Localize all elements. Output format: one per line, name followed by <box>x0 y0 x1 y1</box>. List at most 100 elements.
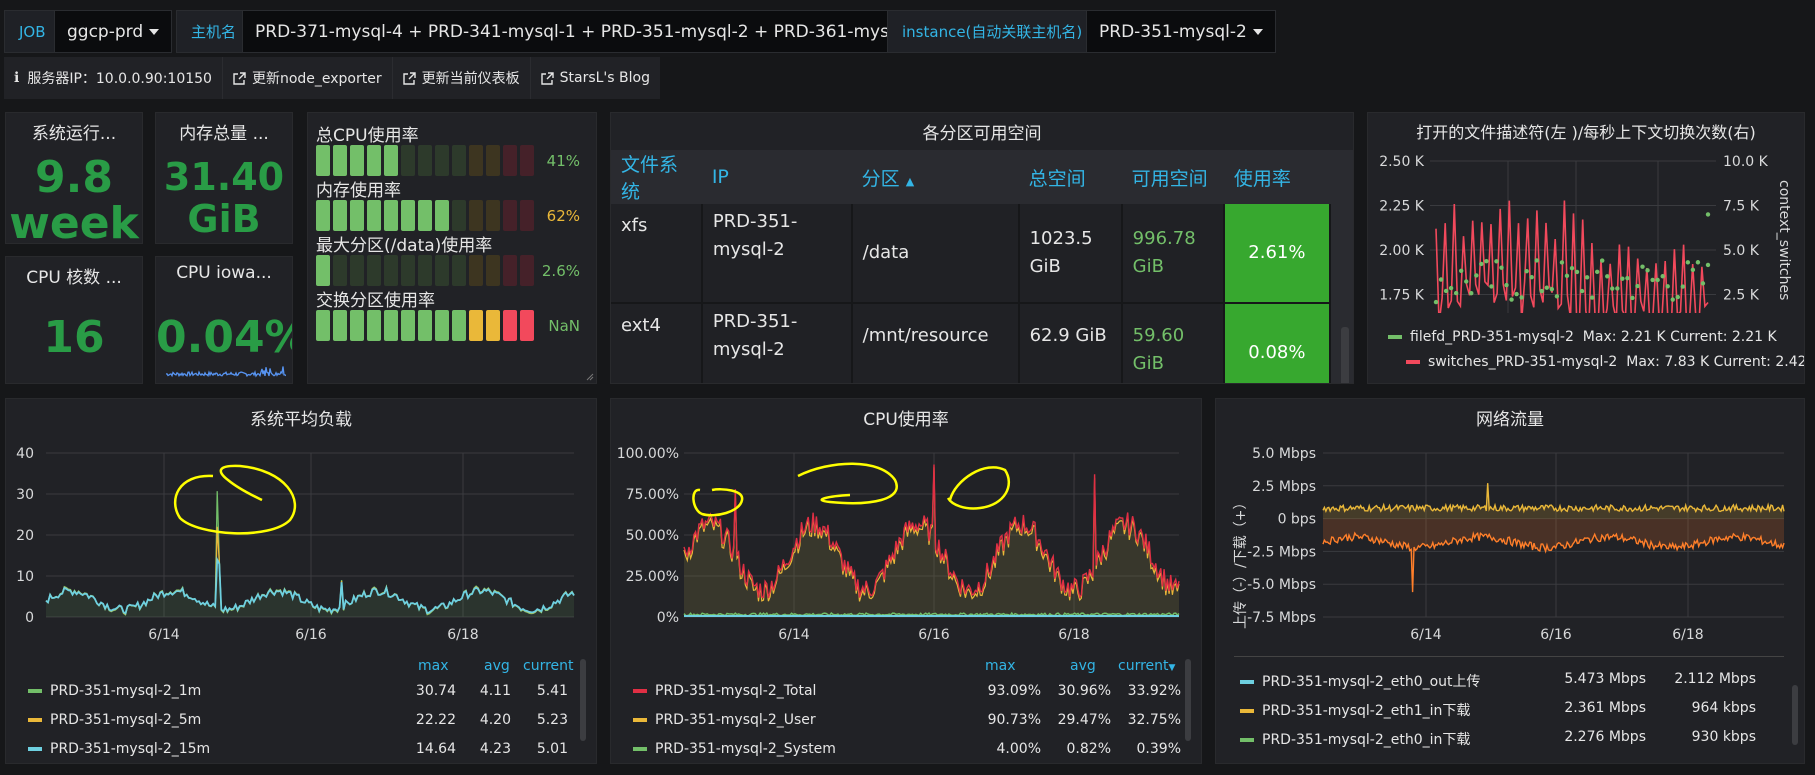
gauge-percent: 41% <box>546 152 580 170</box>
gauge-segment <box>486 255 500 286</box>
update-exporter-link[interactable]: 更新node_exporter <box>223 57 393 99</box>
col-header-avail[interactable]: 可用空间 <box>1121 150 1224 204</box>
legend-item[interactable]: switches_PRD-351-mysql-2 Max: 7.83 K Cur… <box>1406 354 1804 370</box>
col-header-ip[interactable]: IP <box>701 150 852 204</box>
legend-item[interactable]: PRD-351-mysql-2_15m <box>28 741 210 757</box>
table-scrollbar[interactable] <box>1340 326 1349 383</box>
memory-panel[interactable]: 内存总量 ... 31.40 GiB <box>155 112 293 244</box>
cell-fs: xfs <box>611 204 703 304</box>
y-tick-label: 2.5 Mbps <box>1252 479 1316 495</box>
col-header-fs[interactable]: 文件系统 <box>611 150 702 204</box>
fd-context-panel[interactable]: 打开的文件描述符(左 )/每秒上下文切换次数(右) 1.50 K01.75 K2… <box>1367 112 1805 384</box>
legend-item[interactable]: PRD-351-mysql-2_1m <box>28 683 201 699</box>
host-value: PRD-371-mysql-4 + PRD-341-mysql-1 + PRD-… <box>255 22 922 42</box>
legend-scrollbar[interactable] <box>580 659 586 741</box>
legend-scrollbar[interactable] <box>1185 659 1191 741</box>
legend-stats: Max: 2.21 K Current: 2.21 K <box>1582 329 1777 345</box>
gauge-segment <box>503 145 517 176</box>
server-ip-text: 服务器IP：10.0.0.90:10150 <box>27 71 212 87</box>
legend-header-max[interactable]: max <box>985 658 1016 674</box>
uptime-unit: week <box>9 198 139 244</box>
panel-title: 打开的文件描述符(左 )/每秒上下文切换次数(右) <box>1416 123 1756 142</box>
legend-max: 90.73% <box>987 712 1041 728</box>
filefd-point <box>1479 261 1484 267</box>
legend-item[interactable]: PRD-351-mysql-2_User <box>633 712 816 728</box>
legend-clipped-row <box>1234 649 1784 657</box>
gauge-segment <box>435 255 449 286</box>
gauge-segment <box>503 200 517 231</box>
gauge-segment <box>367 200 381 231</box>
y-right-tick-label: 5.0 K <box>1723 243 1760 259</box>
legend-swatch <box>28 689 42 693</box>
panel-title: 各分区可用空间 <box>922 124 1042 144</box>
legend-name: PRD-351-mysql-2_eth0_out上传 <box>1262 674 1481 690</box>
legend-item[interactable]: PRD-351-mysql-2_eth1_in下载 <box>1240 700 1470 720</box>
legend-header-avg[interactable]: avg <box>484 658 510 674</box>
y-tick-label: -5.0 Mbps <box>1247 577 1316 593</box>
gauge-segment <box>520 200 534 231</box>
gauge-segment <box>367 255 381 286</box>
host-select[interactable]: PRD-371-mysql-4 + PRD-341-mysql-1 + PRD-… <box>242 10 951 53</box>
server-ip-link[interactable]: ℹ 服务器IP：10.0.0.90:10150 <box>4 57 223 99</box>
cpu-usage-panel[interactable]: CPU使用率 0% 25.00% 50.00% 75.00% 100.00% 6/14 6/… <box>610 398 1202 764</box>
blog-link[interactable]: StarsL's Blog <box>531 57 660 99</box>
resize-handle-icon[interactable] <box>586 373 594 381</box>
update-dashboard-link[interactable]: 更新当前仪表板 <box>393 57 531 99</box>
col-header-mount[interactable]: 分区 ▲ <box>851 150 1019 204</box>
instance-select[interactable]: PRD-351-mysql-2 <box>1086 10 1276 53</box>
load-panel[interactable]: 系统平均负载 0 10 20 30 40 6/14 6/16 6/18 max avg cur… <box>5 398 597 764</box>
x-tick-label: 6/14 <box>778 627 810 643</box>
filefd-point <box>1695 260 1701 265</box>
x-tick-label: 6/14 <box>148 627 180 643</box>
filefd-point <box>1484 259 1489 264</box>
x-tick-label: 6/18 <box>1058 627 1089 643</box>
iowait-value: 0.04% <box>156 312 292 363</box>
filefd-point <box>1650 277 1655 283</box>
panel-title: CPU 核数 ... <box>26 268 122 288</box>
legend-header-current[interactable]: current <box>523 658 574 674</box>
col-header-usage[interactable]: 使用率 <box>1223 150 1330 204</box>
gauge-segment <box>401 310 415 341</box>
legend-header-max[interactable]: max <box>418 658 449 674</box>
blog-text: StarsL's Blog <box>559 70 650 86</box>
filesystem-panel[interactable]: 各分区可用空间 文件系统 IP 分区 ▲ 总空间 可用空间 使用率 xfs PR… <box>610 112 1354 384</box>
legend-scrollbar[interactable] <box>1792 685 1798 745</box>
usage-gauges-panel[interactable]: 总CPU使用率 41% 内存使用率 62% 最大分区(/data)使用率 2.6% 交换分区… <box>307 112 597 384</box>
legend-item[interactable]: PRD-351-mysql-2_5m <box>28 712 201 728</box>
fd-chart[interactable]: 1.50 K01.75 K2.5 K2.00 K5.0 K2.25 K7.5 K… <box>1368 143 1805 313</box>
legend-item[interactable]: PRD-351-mysql-2_Total <box>633 683 816 699</box>
filefd-point <box>1630 295 1635 301</box>
download-line <box>1322 483 1785 514</box>
gauge-label: 总CPU使用率 <box>316 126 419 146</box>
network-chart[interactable]: -7.5 Mbps -5.0 Mbps -2.5 Mbps 0 bps 2.5 Mbps… <box>1216 431 1805 649</box>
legend-item[interactable]: PRD-351-mysql-2_eth0_out上传 <box>1240 671 1481 691</box>
gauge-segment <box>333 255 347 286</box>
legend-item[interactable]: filefd_PRD-351-mysql-2 Max: 2.21 K Curre… <box>1388 329 1777 345</box>
legend-name: PRD-351-mysql-2_5m <box>50 712 202 728</box>
filefd-point <box>1670 297 1675 302</box>
filefd-point <box>1514 291 1519 297</box>
cell-usage: 0.08% <box>1223 303 1331 383</box>
legend-item[interactable]: PRD-351-mysql-2_System <box>633 741 836 757</box>
gauge-percent: 62% <box>546 207 580 225</box>
iowait-panel[interactable]: CPU iowa... 0.04% <box>155 256 293 384</box>
panel-title: 系统平均负载 <box>250 410 352 430</box>
cpu-chart[interactable]: 0% 25.00% 50.00% 75.00% 100.00% 6/14 6/16 6/18 <box>611 431 1202 649</box>
legend-item[interactable]: PRD-351-mysql-2_eth0_in下载 <box>1240 729 1470 749</box>
load-chart[interactable]: 0 10 20 30 40 6/14 6/16 6/18 <box>6 431 597 649</box>
filefd-point <box>1443 288 1449 294</box>
cpu-cores-panel[interactable]: CPU 核数 ... 16 <box>5 256 143 384</box>
col-header-total[interactable]: 总空间 <box>1018 150 1122 204</box>
network-panel[interactable]: 网络流量 -7.5 Mbps -5.0 Mbps -2.5 Mbps 0 bps 2.5… <box>1215 398 1805 764</box>
uptime-panel[interactable]: 系统运行... 9.8 week <box>5 112 143 244</box>
filefd-point <box>1600 258 1605 263</box>
legend-header-current[interactable]: current▼ <box>1118 658 1175 674</box>
filefd-point <box>1534 258 1539 263</box>
x-tick-label: 6/18 <box>447 627 478 643</box>
job-select[interactable]: ggcp-prd <box>54 10 173 53</box>
legend-header-avg[interactable]: avg <box>1070 658 1096 674</box>
legend-name: PRD-351-mysql-2_System <box>655 741 836 757</box>
filefd-point <box>1509 297 1514 302</box>
filefd-point <box>1625 275 1630 281</box>
link-bar: ℹ 服务器IP：10.0.0.90:10150 更新node_exporter … <box>4 57 660 99</box>
